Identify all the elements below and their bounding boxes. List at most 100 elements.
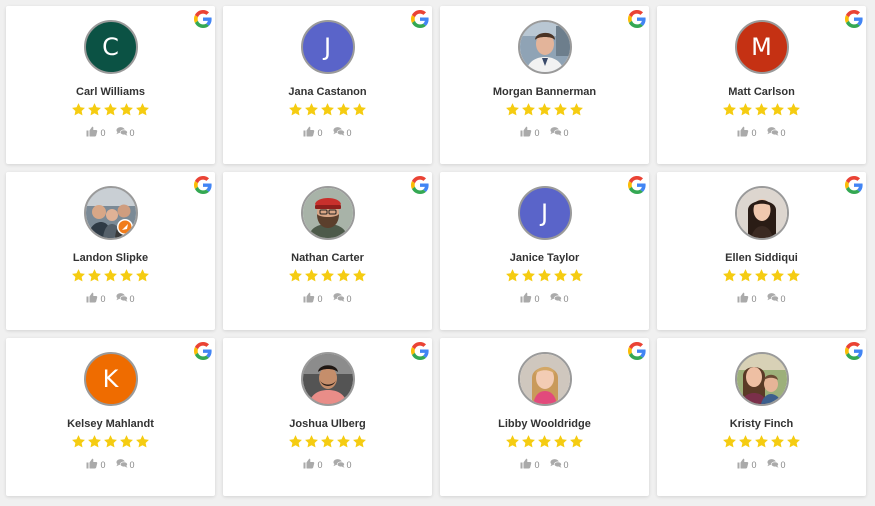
comment-action[interactable]: 0 — [115, 125, 135, 138]
google-logo-icon[interactable] — [194, 10, 212, 28]
reviewer-name[interactable]: Morgan Bannerman — [440, 86, 649, 98]
avatar[interactable]: C — [83, 20, 138, 74]
like-count: 0 — [534, 460, 540, 470]
reviewer-name[interactable]: Landon Slipke — [6, 252, 215, 264]
comment-count: 0 — [780, 460, 786, 470]
like-action[interactable]: 0 — [737, 291, 757, 304]
review-actions: 0 0 — [657, 125, 866, 138]
star-icon — [787, 103, 800, 116]
comment-action[interactable]: 0 — [115, 291, 135, 304]
comment-action[interactable]: 0 — [766, 291, 786, 304]
google-logo-icon[interactable] — [411, 342, 429, 360]
star-icon — [72, 269, 85, 282]
star-icon — [723, 435, 736, 448]
star-icon — [522, 103, 535, 116]
avatar-photo[interactable] — [300, 352, 355, 406]
reviewer-name[interactable]: Carl Williams — [6, 86, 215, 98]
star-icon — [570, 103, 583, 116]
review-actions: 0 0 — [657, 457, 866, 470]
reviewer-name[interactable]: Kristy Finch — [657, 418, 866, 430]
avatar-photo[interactable] — [83, 186, 138, 240]
like-action[interactable]: 0 — [303, 291, 323, 304]
comment-action[interactable]: 0 — [766, 457, 786, 470]
comment-count: 0 — [780, 128, 786, 138]
google-logo-icon[interactable] — [628, 342, 646, 360]
google-logo-icon[interactable] — [411, 176, 429, 194]
review-actions: 0 0 — [223, 457, 432, 470]
comment-action[interactable]: 0 — [332, 457, 352, 470]
star-icon — [538, 103, 551, 116]
comment-bubbles-icon — [549, 127, 562, 136]
like-count: 0 — [751, 460, 757, 470]
star-rating — [223, 434, 432, 449]
avatar[interactable]: K — [83, 352, 138, 406]
review-actions: 0 0 — [440, 457, 649, 470]
google-logo-icon[interactable] — [194, 342, 212, 360]
star-rating — [223, 268, 432, 283]
avatar[interactable]: M — [734, 20, 789, 74]
google-logo-icon[interactable] — [628, 176, 646, 194]
reviewer-name[interactable]: Janice Taylor — [440, 252, 649, 264]
comment-action[interactable]: 0 — [549, 291, 569, 304]
star-rating — [223, 102, 432, 117]
comment-action[interactable]: 0 — [549, 457, 569, 470]
like-count: 0 — [534, 128, 540, 138]
google-logo-icon[interactable] — [628, 10, 646, 28]
thumbs-up-icon — [737, 458, 749, 469]
like-action[interactable]: 0 — [520, 457, 540, 470]
reviewer-name[interactable]: Nathan Carter — [223, 252, 432, 264]
like-action[interactable]: 0 — [86, 125, 106, 138]
avatar-initial: C — [102, 33, 119, 61]
like-action[interactable]: 0 — [520, 291, 540, 304]
star-icon — [88, 269, 101, 282]
like-action[interactable]: 0 — [86, 291, 106, 304]
google-logo-icon[interactable] — [411, 10, 429, 28]
reviewer-name[interactable]: Joshua Ulberg — [223, 418, 432, 430]
reviewer-name[interactable]: Libby Wooldridge — [440, 418, 649, 430]
star-icon — [739, 435, 752, 448]
avatar-photo[interactable] — [734, 186, 789, 240]
thumbs-up-icon — [86, 458, 98, 469]
like-action[interactable]: 0 — [737, 125, 757, 138]
reviewer-name[interactable]: Ellen Siddiqui — [657, 252, 866, 264]
avatar[interactable]: J — [300, 20, 355, 74]
comment-action[interactable]: 0 — [115, 457, 135, 470]
like-action[interactable]: 0 — [303, 125, 323, 138]
review-card: K Kelsey Mahlandt 0 0 — [6, 338, 215, 496]
star-rating — [657, 268, 866, 283]
comment-action[interactable]: 0 — [766, 125, 786, 138]
avatar-photo[interactable] — [517, 352, 572, 406]
star-rating — [440, 268, 649, 283]
like-action[interactable]: 0 — [303, 457, 323, 470]
reviewer-name[interactable]: Jana Castanon — [223, 86, 432, 98]
comment-count: 0 — [563, 294, 569, 304]
star-icon — [771, 103, 784, 116]
google-logo-icon[interactable] — [845, 342, 863, 360]
avatar-photo-image — [302, 354, 353, 404]
like-action[interactable]: 0 — [737, 457, 757, 470]
google-logo-icon[interactable] — [845, 10, 863, 28]
avatar-photo[interactable] — [734, 352, 789, 406]
avatar-initial: J — [540, 199, 549, 227]
comment-count: 0 — [780, 294, 786, 304]
google-logo-icon[interactable] — [845, 176, 863, 194]
like-action[interactable]: 0 — [86, 457, 106, 470]
reviewer-name[interactable]: Matt Carlson — [657, 86, 866, 98]
comment-bubbles-icon — [766, 459, 779, 468]
avatar-photo[interactable] — [517, 20, 572, 74]
comment-count: 0 — [129, 460, 135, 470]
star-icon — [289, 269, 302, 282]
star-icon — [321, 103, 334, 116]
avatar-photo-image — [519, 22, 570, 72]
star-icon — [787, 435, 800, 448]
reviewer-name[interactable]: Kelsey Mahlandt — [6, 418, 215, 430]
avatar[interactable]: J — [517, 186, 572, 240]
star-icon — [120, 269, 133, 282]
avatar-photo[interactable] — [300, 186, 355, 240]
comment-action[interactable]: 0 — [332, 125, 352, 138]
google-logo-icon[interactable] — [194, 176, 212, 194]
comment-action[interactable]: 0 — [332, 291, 352, 304]
star-icon — [723, 103, 736, 116]
like-action[interactable]: 0 — [520, 125, 540, 138]
comment-action[interactable]: 0 — [549, 125, 569, 138]
